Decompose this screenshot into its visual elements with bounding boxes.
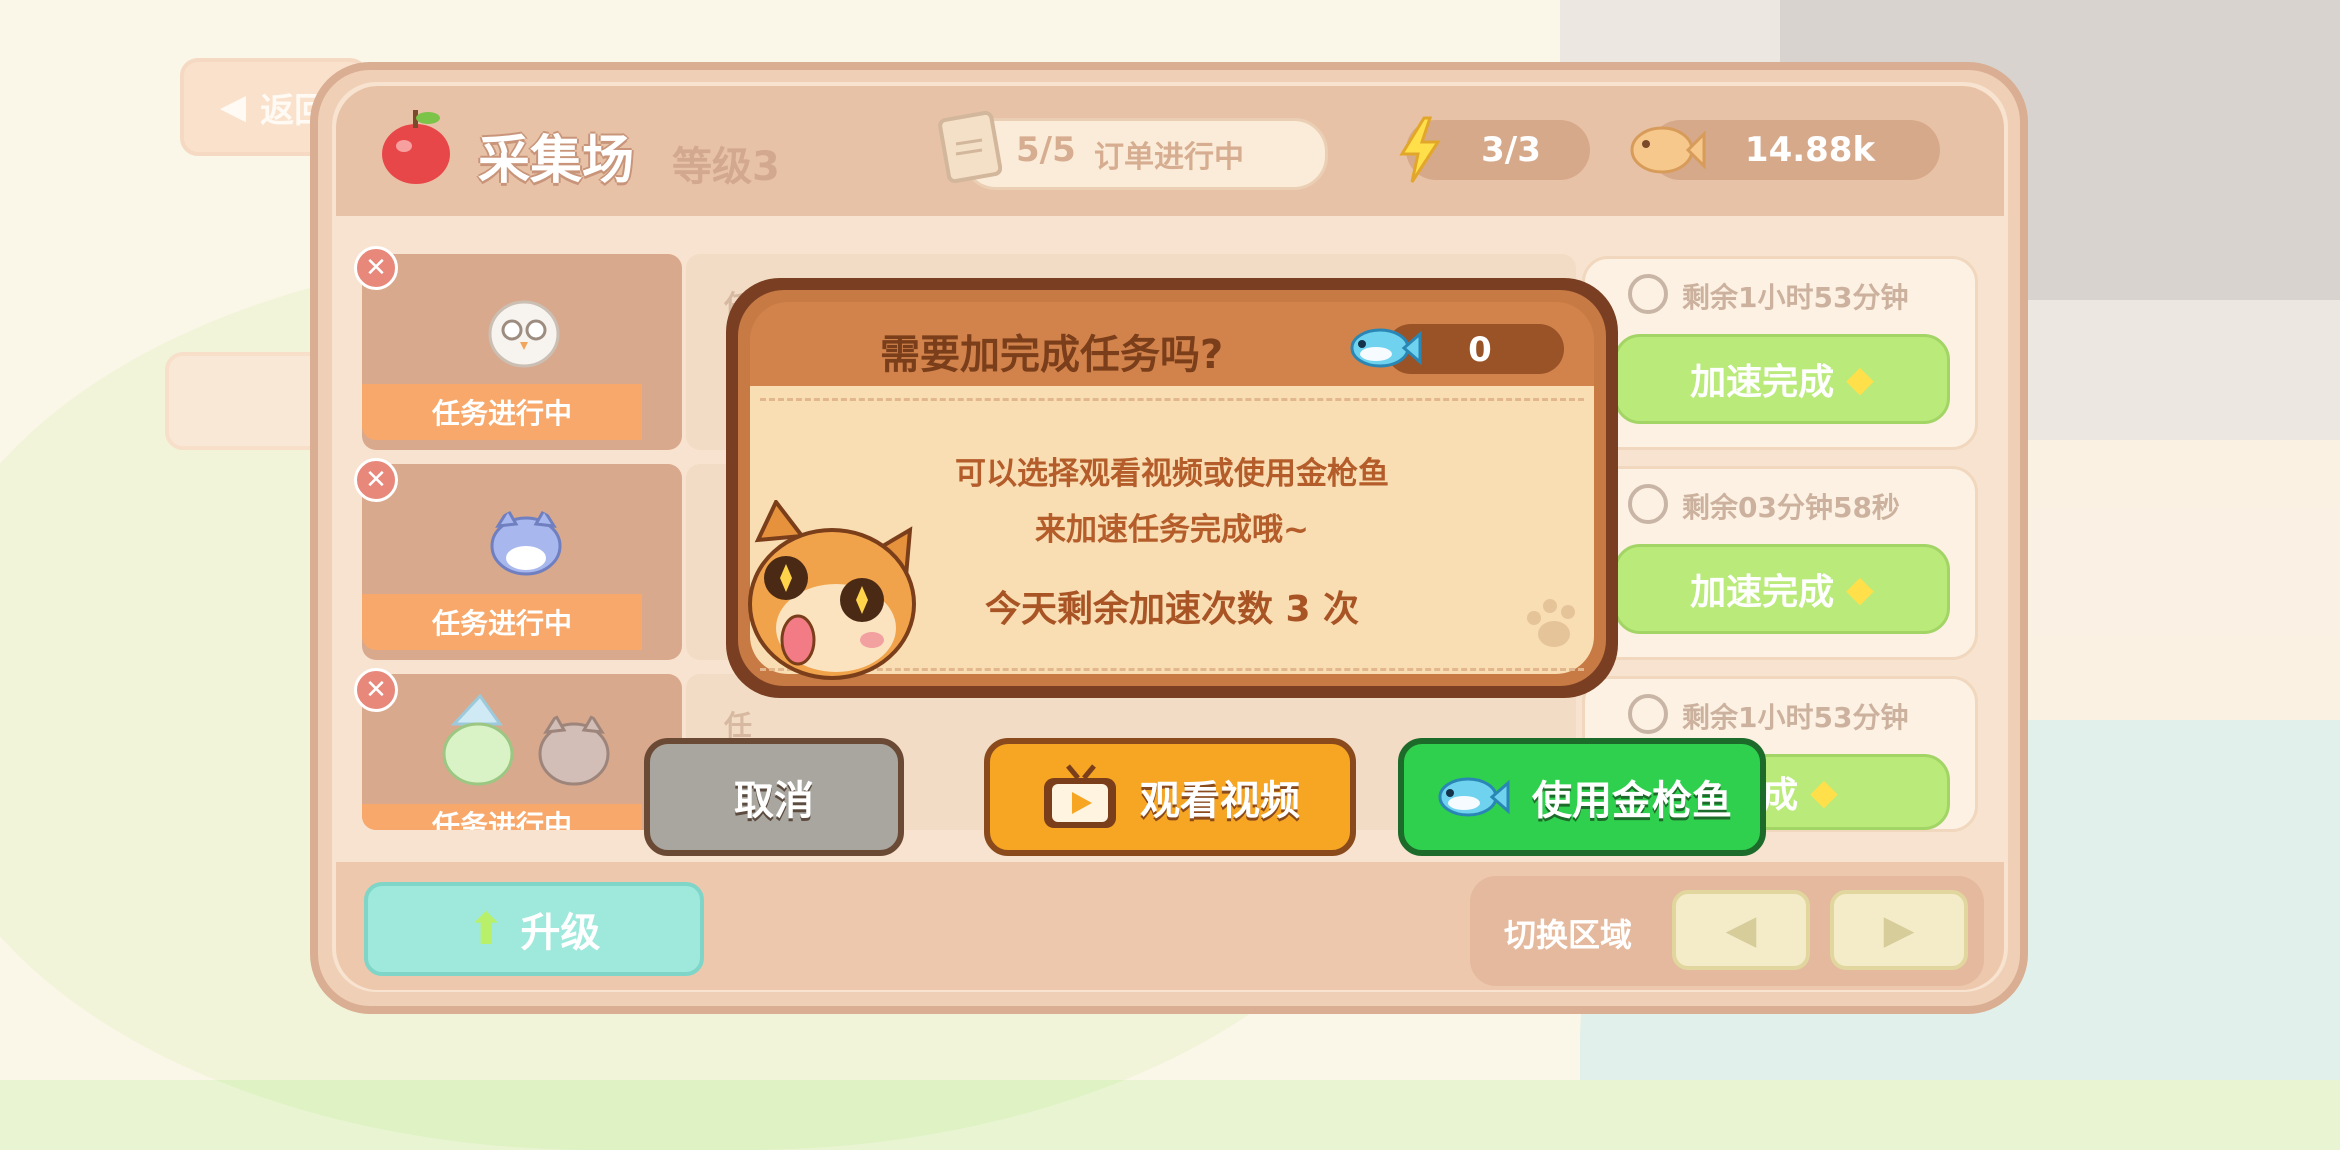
tuna-icon: [1438, 777, 1510, 817]
speed-up-label: 加速完成: [1690, 572, 1835, 613]
upgrade-label: 升级: [520, 910, 601, 956]
dialog-message-line: 可以选择观看视频或使用金枪鱼: [955, 456, 1389, 492]
clock-icon: [1628, 694, 1668, 734]
cancel-button[interactable]: 取消: [644, 738, 904, 856]
paw-print-icon: [1527, 599, 1575, 647]
orders-label: 订单进行中: [1094, 140, 1244, 175]
task-timer: 剩余03分钟58秒: [1682, 491, 1900, 524]
close-icon[interactable]: ✕: [354, 458, 398, 502]
sleepy-cat-avatar-icon: [442, 694, 514, 786]
tuna-icon: [1350, 328, 1422, 368]
task-timer: 剩余1小时53分钟: [1682, 701, 1909, 734]
owl-avatar-icon: [488, 300, 560, 368]
right-arrow-icon: ▶: [1883, 907, 1915, 953]
dialog-divider: [760, 398, 1584, 401]
task-status-label: 任务进行中: [431, 809, 572, 830]
use-tuna-label: 使用金枪鱼: [1532, 778, 1732, 824]
speed-icon: ◆: [1810, 771, 1838, 813]
watch-video-label: 观看视频: [1140, 778, 1300, 824]
speed-icon: ◆: [1846, 358, 1874, 400]
speed-up-button[interactable]: 加速完成 ◆: [1614, 544, 1950, 634]
clock-icon: [1628, 484, 1668, 524]
energy-value: 3/3: [1481, 130, 1541, 170]
apple-icon: [382, 110, 450, 184]
switch-area-label: 切换区域: [1504, 916, 1633, 954]
close-icon[interactable]: ✕: [354, 668, 398, 712]
dialog-tuna-count: 0: [1468, 330, 1492, 370]
speed-up-button[interactable]: 加速完成 ◆: [1614, 334, 1950, 424]
taiyaki-icon: [1630, 126, 1706, 174]
previous-area-button[interactable]: ◀: [1672, 890, 1810, 970]
clock-icon: [1628, 274, 1668, 314]
speed-icon: ◆: [1846, 568, 1874, 610]
fish-currency-value: 14.88k: [1744, 130, 1876, 170]
blue-cat-avatar-icon: [490, 508, 562, 576]
up-arrow-icon: ⬆: [467, 903, 505, 955]
level-label: 等级3: [672, 144, 780, 190]
lightning-icon: [1399, 116, 1441, 183]
cancel-label: 取消: [734, 778, 814, 824]
brown-cat-avatar-icon: [538, 713, 610, 786]
dialog-title: 需要加完成任务吗?: [880, 332, 1224, 378]
upgrade-button[interactable]: ⬆ 升级: [364, 882, 704, 976]
close-icon[interactable]: ✕: [354, 246, 398, 290]
wanted-poster-icon: [938, 110, 1002, 184]
next-area-button[interactable]: ▶: [1830, 890, 1968, 970]
task-status: 任务进行中: [362, 594, 642, 650]
video-play-icon: [1044, 764, 1116, 828]
task-status: 任务进行中: [362, 384, 642, 440]
orders-count: 5/5: [1016, 130, 1076, 170]
cat-mascot-icon: [748, 500, 916, 680]
use-tuna-button[interactable]: 使用金枪鱼: [1398, 738, 1766, 856]
left-arrow-icon: ◀: [1725, 907, 1757, 953]
page-title: 采集场: [478, 131, 635, 191]
watch-video-button[interactable]: 观看视频: [984, 738, 1356, 856]
task-timer: 剩余1小时53分钟: [1682, 281, 1909, 314]
task-status: 任务进行中: [362, 804, 642, 830]
speed-up-label: 加速完成: [1690, 362, 1835, 403]
